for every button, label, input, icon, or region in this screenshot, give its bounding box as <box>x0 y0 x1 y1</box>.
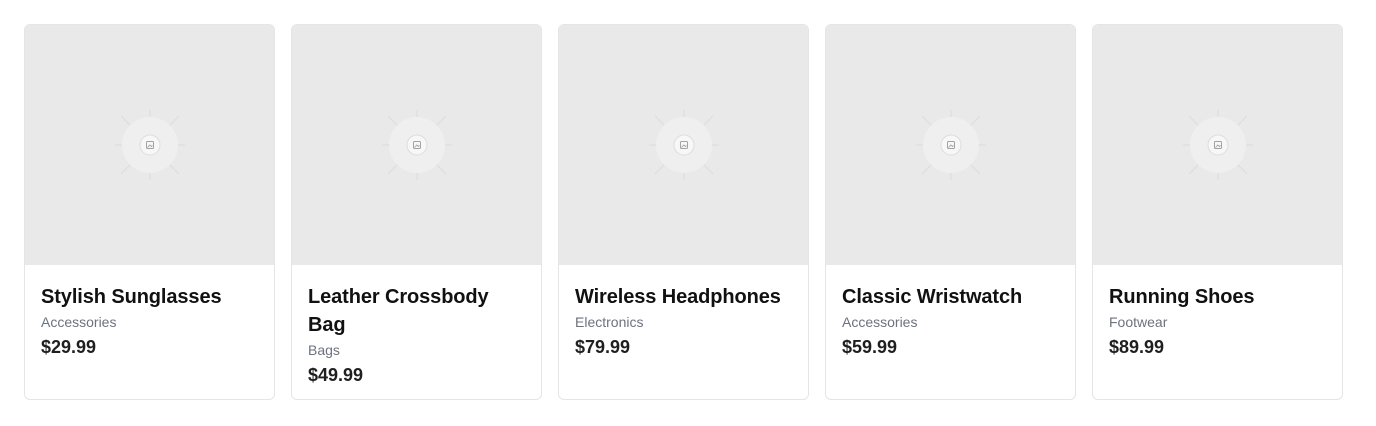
product-card[interactable]: Leather Crossbody Bag Bags $49.99 <box>291 24 542 400</box>
product-category: Accessories <box>41 314 117 330</box>
product-card[interactable]: Wireless Headphones Electronics $79.99 <box>558 24 809 400</box>
image-placeholder-icon <box>114 110 185 180</box>
image-placeholder-icon <box>915 110 986 180</box>
product-category: Electronics <box>575 314 644 330</box>
image-placeholder-icon <box>381 110 452 180</box>
product-title[interactable]: Leather Crossbody Bag <box>308 283 525 339</box>
product-price: $59.99 <box>842 337 898 357</box>
product-title[interactable]: Wireless Headphones <box>575 283 792 311</box>
product-image <box>826 25 1075 265</box>
product-title[interactable]: Classic Wristwatch <box>842 283 1059 311</box>
product-card[interactable]: Stylish Sunglasses Accessories $29.99 <box>24 24 275 400</box>
product-price: $79.99 <box>575 337 631 357</box>
product-image <box>1093 25 1342 265</box>
product-category: Bags <box>308 342 340 358</box>
product-image <box>559 25 808 265</box>
image-placeholder-icon <box>648 110 719 180</box>
product-card[interactable]: Classic Wristwatch Accessories $59.99 <box>825 24 1076 400</box>
product-title[interactable]: Stylish Sunglasses <box>41 283 258 311</box>
product-image <box>25 25 274 265</box>
product-category: Footwear <box>1109 314 1168 330</box>
product-price: $49.99 <box>308 365 364 385</box>
image-placeholder-icon <box>1182 110 1253 180</box>
product-card[interactable]: Running Shoes Footwear $89.99 <box>1092 24 1343 400</box>
product-price: $29.99 <box>41 337 97 357</box>
product-grid: Stylish Sunglasses Accessories $29.99 Le… <box>24 24 1343 400</box>
product-price: $89.99 <box>1109 337 1165 357</box>
product-image <box>292 25 541 265</box>
product-category: Accessories <box>842 314 918 330</box>
product-title[interactable]: Running Shoes <box>1109 283 1326 311</box>
